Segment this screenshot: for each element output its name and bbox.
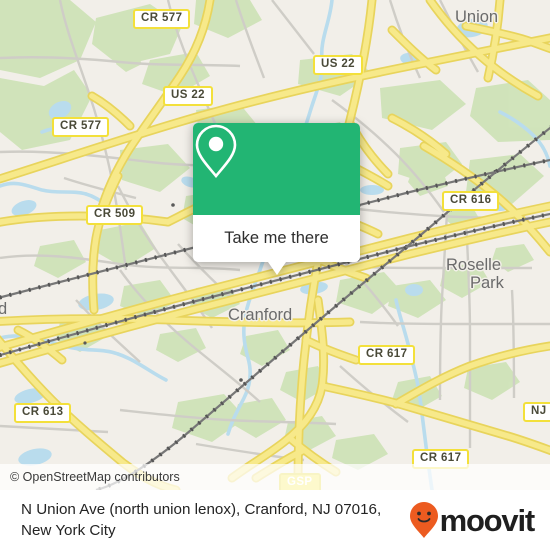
- osm-attribution-text: © OpenStreetMap contributors: [10, 470, 180, 484]
- moovit-pin-icon: [409, 502, 438, 538]
- moovit-wordmark: moovit: [439, 502, 536, 538]
- map-canvas[interactable]: Union Cranford Roselle Park d CR 577 US …: [0, 0, 550, 490]
- moovit-map-screenshot: Union Cranford Roselle Park d CR 577 US …: [0, 0, 550, 550]
- popup-header: [193, 123, 360, 215]
- road-shield-cr617-upper[interactable]: CR 617: [358, 345, 416, 365]
- footer-content: N Union Ave (north union lenox), Cranfor…: [0, 499, 550, 541]
- address-line-1: N Union Ave (north union lenox), Cranfor…: [21, 501, 382, 518]
- moovit-brand-logo[interactable]: moovit: [409, 501, 542, 539]
- road-shield-cr616[interactable]: CR 616: [442, 191, 500, 211]
- road-shield-us22-west[interactable]: US 22: [163, 86, 213, 106]
- road-shield-us22-east[interactable]: US 22: [313, 55, 363, 75]
- destination-popup-card[interactable]: Take me there: [193, 123, 360, 275]
- road-shield-cr509[interactable]: CR 509: [86, 205, 144, 225]
- road-shield-cr577-north[interactable]: CR 577: [133, 9, 191, 29]
- popup-action-bar[interactable]: Take me there: [193, 215, 360, 262]
- take-me-there-label: Take me there: [224, 229, 329, 247]
- address-text: N Union Ave (north union lenox), Cranfor…: [21, 499, 409, 541]
- road-shield-cr577-west[interactable]: CR 577: [52, 117, 110, 137]
- map-pin-icon: [195, 124, 237, 179]
- map-attribution-bar: © OpenStreetMap contributors: [0, 464, 550, 490]
- road-shield-cr613[interactable]: CR 613: [14, 403, 72, 423]
- address-footer: N Union Ave (north union lenox), Cranfor…: [0, 490, 550, 550]
- address-line-2: New York City: [21, 522, 116, 539]
- road-shield-nj-route[interactable]: NJ 2: [523, 402, 550, 422]
- popup-pointer-tail: [267, 262, 286, 275]
